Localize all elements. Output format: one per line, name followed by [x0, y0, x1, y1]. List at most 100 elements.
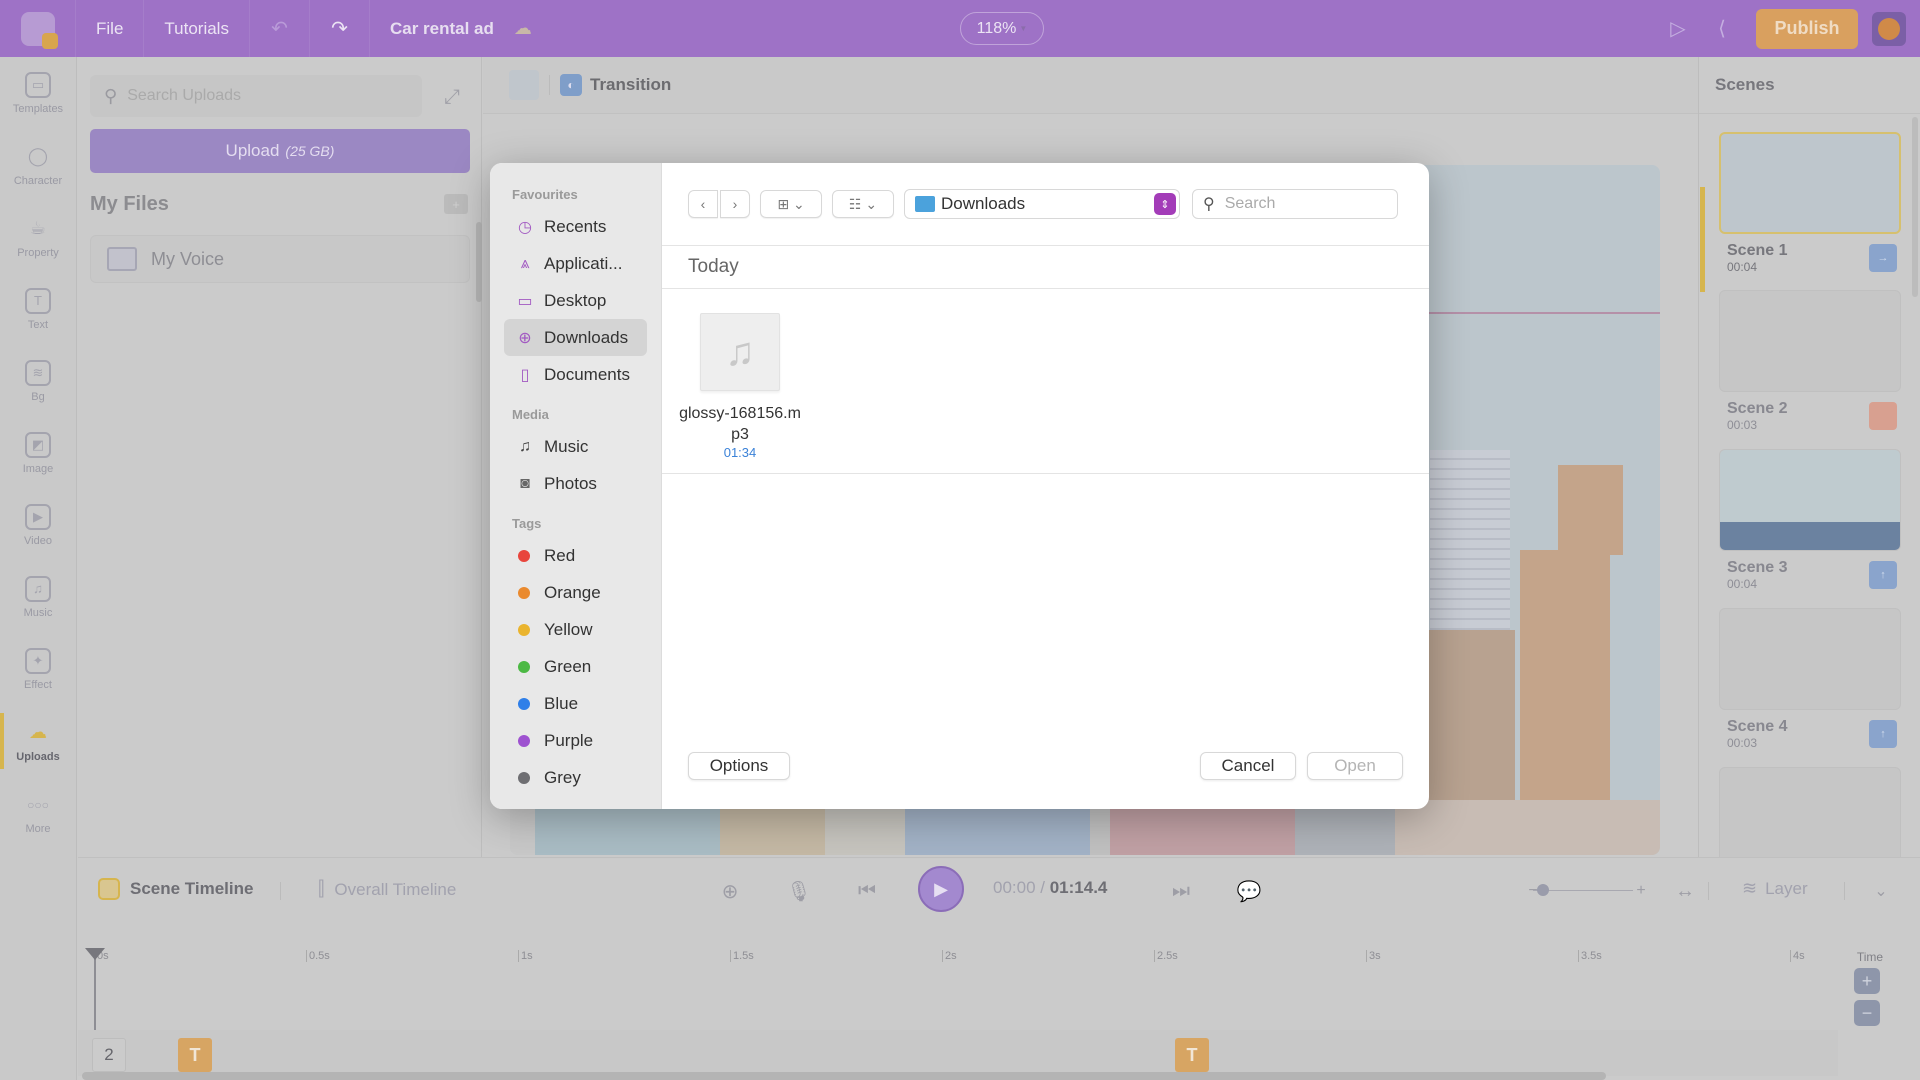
scene-card[interactable]: Scene 1 00:04 → — [1719, 132, 1901, 274]
location-select[interactable]: Downloads ⇕ — [904, 189, 1180, 219]
scene-thumbnail[interactable] — [1719, 608, 1901, 710]
time-zoom-out-button[interactable]: − — [1854, 1000, 1880, 1026]
chevron-down-icon[interactable]: ⌄ — [1866, 876, 1896, 906]
scene-card[interactable] — [1719, 767, 1901, 869]
sidebar-item-desktop[interactable]: ▭ Desktop — [504, 282, 647, 319]
zoom-in-icon[interactable]: + — [1626, 876, 1656, 906]
options-button[interactable]: Options — [688, 752, 790, 780]
scenes-scrollbar[interactable] — [1912, 117, 1918, 297]
user-avatar[interactable] — [1872, 11, 1906, 46]
rail-item-video[interactable]: ▶ Video — [0, 489, 76, 561]
rail-item-templates[interactable]: ▭ Templates — [0, 57, 76, 129]
tab-scene-timeline[interactable]: Scene Timeline — [98, 878, 253, 900]
background-color-swatch[interactable] — [509, 70, 539, 100]
sidebar-item-tag-grey[interactable]: Grey — [504, 759, 647, 796]
rail-item-more[interactable]: ○○○ More — [0, 777, 76, 849]
cancel-button[interactable]: Cancel — [1200, 752, 1296, 780]
rail-item-property[interactable]: ☕ Property — [0, 201, 76, 273]
canvas-toolbar: ◐ Transition — [483, 57, 1698, 114]
menu-tutorials[interactable]: Tutorials — [144, 0, 250, 57]
slider-knob[interactable] — [1537, 884, 1549, 896]
layer-number[interactable]: 2 — [92, 1038, 126, 1072]
open-button[interactable]: Open — [1307, 752, 1403, 780]
preview-play-icon[interactable]: ▷ — [1656, 7, 1700, 51]
back-button[interactable]: ‹ — [688, 190, 718, 218]
scene-thumbnail[interactable] — [1719, 290, 1901, 392]
transition-icon[interactable]: ◐ — [560, 74, 582, 96]
rail-item-image[interactable]: ◩ Image — [0, 417, 76, 489]
download-icon: ⊕ — [518, 329, 532, 347]
share-icon[interactable]: ⟨ — [1700, 7, 1744, 51]
sidebar-item-tag-orange[interactable]: Orange — [504, 574, 647, 611]
sidebar-item-tag-blue[interactable]: Blue — [504, 685, 647, 722]
rail-item-character[interactable]: ◯ Character — [0, 129, 76, 201]
layer-button[interactable]: ≋ Layer — [1742, 878, 1808, 899]
scene-card[interactable]: Scene 3 00:04 ↑ — [1719, 449, 1901, 591]
scene-thumbnail[interactable] — [1719, 132, 1901, 234]
expand-icon[interactable]: ⤢ — [434, 79, 470, 115]
skip-back-icon[interactable]: ⏮ — [852, 876, 882, 906]
tab-overall-timeline[interactable]: ⫿ Overall Timeline — [318, 878, 456, 901]
view-mode-button[interactable]: ⊞ ⌄ — [760, 190, 822, 218]
playhead[interactable] — [85, 948, 105, 1036]
scene-transition-button[interactable] — [1869, 402, 1897, 430]
add-camera-icon[interactable]: ⊕ — [715, 876, 745, 906]
skip-forward-icon[interactable]: ⏭ — [1166, 876, 1196, 906]
transition-label[interactable]: Transition — [590, 75, 671, 95]
sidebar-item-tag-green[interactable]: Green — [504, 648, 647, 685]
file-item[interactable]: ♫ glossy-168156.m p3 01:34 — [674, 313, 806, 460]
sidebar-item-downloads[interactable]: ⊕ Downloads — [504, 319, 647, 356]
publish-button[interactable]: Publish — [1756, 8, 1858, 49]
sidebar-item-applications[interactable]: ⩓ Applicati... — [504, 245, 647, 282]
play-button[interactable]: ▶ — [918, 866, 964, 912]
scene-transition-button[interactable]: ↑ — [1869, 720, 1897, 748]
sidebar-item-label: Desktop — [544, 290, 607, 310]
forward-button[interactable]: › — [720, 190, 750, 218]
app-logo[interactable] — [0, 0, 76, 57]
dialog-search-input[interactable]: ⚲ Search — [1192, 189, 1398, 219]
sidebar-item-music[interactable]: ♫ Music — [504, 428, 647, 465]
menu-file[interactable]: File — [76, 0, 145, 57]
scene-thumbnail[interactable] — [1719, 767, 1901, 869]
scene-transition-button[interactable]: → — [1869, 244, 1897, 272]
text-block[interactable]: T — [178, 1038, 212, 1072]
folder-item[interactable]: My Voice — [90, 235, 470, 283]
zoom-dropdown[interactable]: 118% ▼ — [960, 12, 1044, 45]
fit-width-icon[interactable]: ↔ — [1670, 876, 1700, 906]
timeline-scrollbar[interactable] — [82, 1072, 1606, 1080]
rail-item-text[interactable]: T Text — [0, 273, 76, 345]
music-icon: ♫ — [25, 575, 51, 602]
sidebar-item-recents[interactable]: ◷ Recents — [504, 208, 647, 245]
scene-card[interactable]: Scene 2 00:03 — [1719, 290, 1901, 432]
upload-button[interactable]: Upload (25 GB) — [90, 129, 470, 173]
rail-item-music[interactable]: ♫ Music — [0, 561, 76, 633]
group-by-button[interactable]: ☷ ⌄ — [832, 190, 894, 218]
scene-transition-button[interactable]: ↑ — [1869, 561, 1897, 589]
panel-scrollbar[interactable] — [476, 222, 482, 302]
rail-item-effect[interactable]: ✦ Effect — [0, 633, 76, 705]
sidebar-item-tag-red[interactable]: Red — [504, 537, 647, 574]
undo-icon[interactable]: ↶ — [250, 0, 310, 57]
sidebar-item-documents[interactable]: ▯ Documents — [504, 356, 647, 393]
microphone-icon[interactable]: 🎙 — [784, 876, 814, 906]
chevron-down-icon: ⌄ — [792, 195, 805, 212]
redo-icon[interactable]: ↷ — [310, 0, 370, 57]
rail-item-bg[interactable]: ≋ Bg — [0, 345, 76, 417]
sidebar-item-label: Orange — [544, 582, 601, 602]
rail-item-uploads[interactable]: ☁ Uploads — [0, 705, 76, 777]
search-uploads-input[interactable]: ⚲ Search Uploads — [90, 75, 422, 117]
sidebar-item-photos[interactable]: ◙ Photos — [504, 465, 647, 502]
scene-card[interactable]: Scene 4 00:03 ↑ — [1719, 608, 1901, 750]
time-ruler[interactable]: 0s0.5s1s1.5s2s2.5s3s3.5s4s — [78, 950, 1838, 964]
text-block[interactable]: T — [1175, 1038, 1209, 1072]
subtitles-icon[interactable]: 💬 — [1234, 876, 1264, 906]
new-folder-icon[interactable]: + — [444, 194, 468, 214]
scene-thumbnail[interactable] — [1719, 449, 1901, 551]
project-title[interactable]: Car rental ad — [370, 19, 514, 39]
my-files-title: My Files — [90, 193, 169, 215]
sidebar-item-tag-purple[interactable]: Purple — [504, 722, 647, 759]
sidebar-item-tag-yellow[interactable]: Yellow — [504, 611, 647, 648]
time-zoom-in-button[interactable]: + — [1854, 968, 1880, 994]
group-icon: ☷ — [848, 195, 862, 212]
building-glass — [1430, 450, 1510, 630]
